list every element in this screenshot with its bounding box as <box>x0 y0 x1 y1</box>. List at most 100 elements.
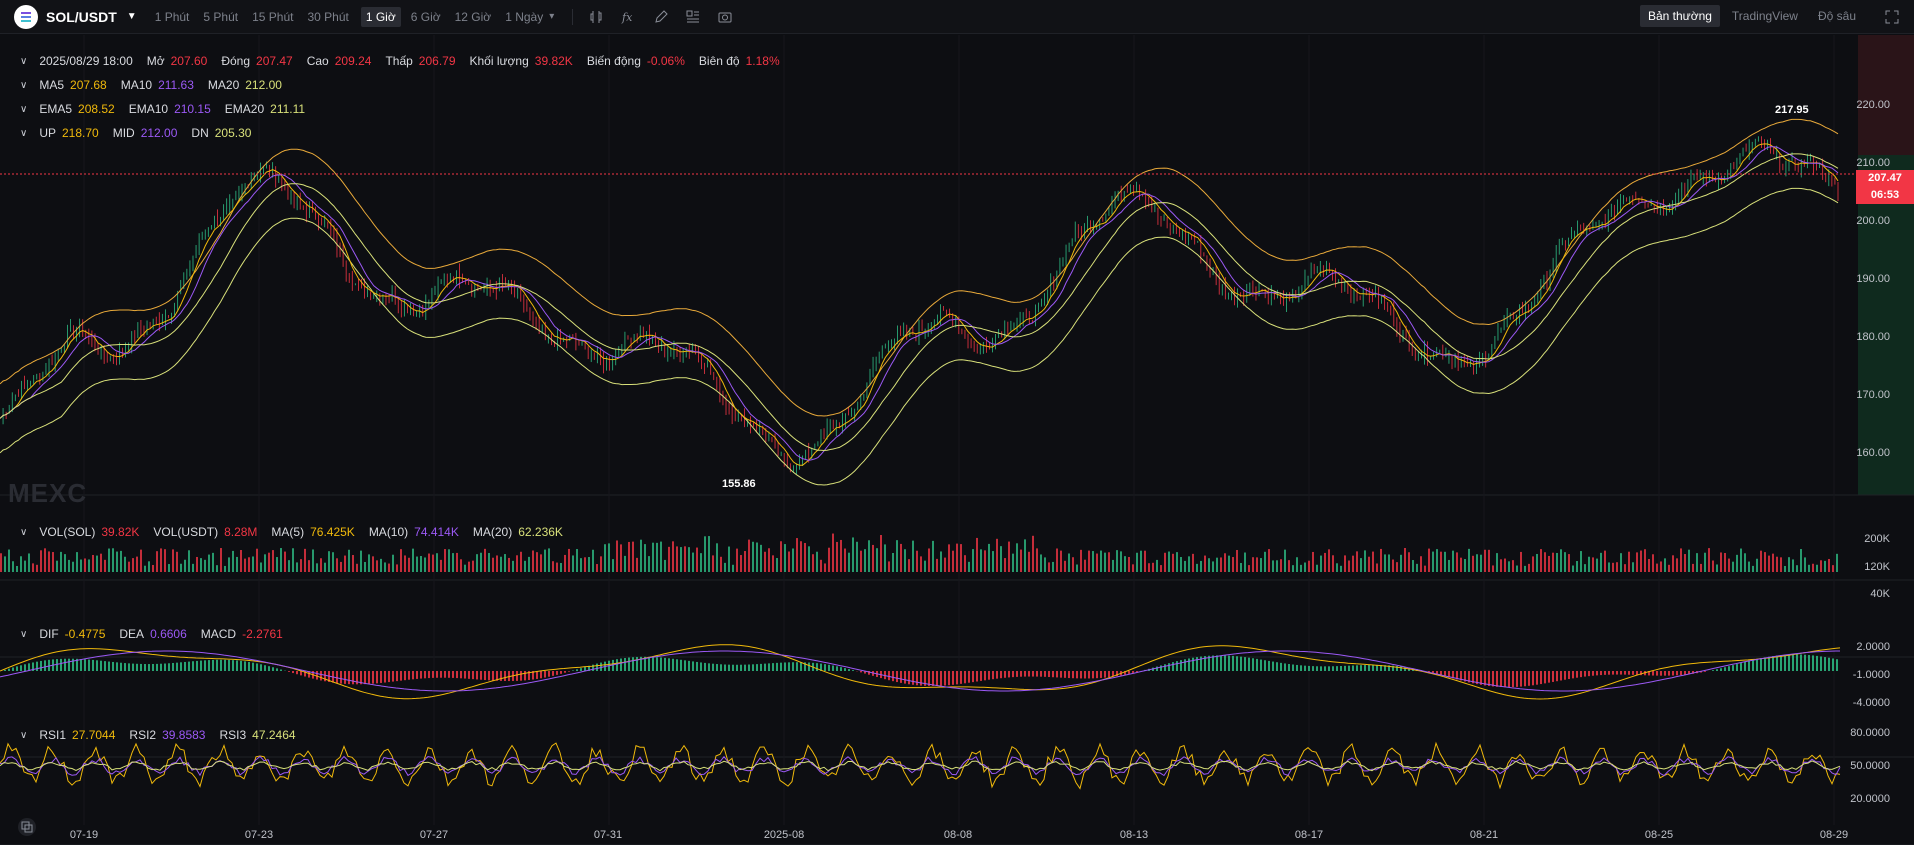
amplitude-value: 1.18% <box>745 54 780 68</box>
collapse-chevron-icon[interactable]: ∨ <box>20 56 27 67</box>
volume-bar <box>652 542 654 572</box>
macd-histogram-bar <box>712 663 714 671</box>
tf-1d[interactable]: 1 Ngày <box>505 10 543 24</box>
macd-histogram-bar <box>288 671 290 672</box>
ma-legend: ∨ MA5 207.68 MA10 211.63 MA20 212.00 <box>20 78 282 92</box>
volume-bar <box>1620 553 1622 572</box>
dea-value: 0.6606 <box>150 627 187 641</box>
volume-bar <box>1472 555 1474 572</box>
macd-histogram-bar <box>1516 671 1518 687</box>
macd-histogram-bar <box>1356 665 1358 671</box>
draw-pencil-icon[interactable] <box>653 9 669 25</box>
macd-histogram-bar <box>216 659 218 671</box>
macd-histogram-bar <box>1036 671 1038 677</box>
tf-30m[interactable]: 30 Phút <box>307 10 348 24</box>
tf-1m[interactable]: 1 Phút <box>155 10 190 24</box>
time-axis-label: 2025-08 <box>763 829 805 841</box>
volume-bar <box>712 555 714 572</box>
volume-bar <box>252 556 254 572</box>
volume-bar <box>1608 562 1610 572</box>
volume-bar <box>108 548 110 572</box>
macd-histogram-bar <box>1076 671 1078 679</box>
volume-bar <box>1780 557 1782 572</box>
volume-bar <box>1684 554 1686 572</box>
volume-bar <box>1680 548 1682 572</box>
volume-bar <box>52 552 54 572</box>
volume-bar <box>1760 550 1762 572</box>
volume-bar <box>524 560 526 572</box>
collapse-chevron-icon[interactable]: ∨ <box>20 104 27 115</box>
macd-histogram-bar <box>728 664 730 671</box>
rsi1-label: RSI1 <box>39 728 67 742</box>
price-axis-label: 190.00 <box>1856 273 1890 285</box>
tf-12h[interactable]: 12 Giờ <box>455 10 492 24</box>
volume-bar <box>544 549 546 572</box>
chart-type-icon[interactable] <box>589 9 605 25</box>
volume-bar <box>1720 552 1722 572</box>
macd-histogram-bar <box>40 660 42 671</box>
macd-histogram-bar <box>1668 671 1670 676</box>
volume-bar <box>160 548 162 572</box>
volume-bar <box>1136 552 1138 572</box>
volume-bar <box>620 544 622 572</box>
macd-histogram-bar <box>732 664 734 671</box>
volume-bar <box>1572 565 1574 572</box>
tf-15m[interactable]: 15 Phút <box>252 10 293 24</box>
volume-bar <box>660 541 662 572</box>
volume-bar <box>672 541 674 572</box>
volume-bar <box>1264 551 1266 572</box>
volume-bar <box>1580 551 1582 572</box>
macd-histogram-bar <box>552 671 554 676</box>
macd-histogram-bar <box>112 661 114 671</box>
price-axis-label: 200.00 <box>1856 215 1890 227</box>
collapse-chevron-icon[interactable]: ∨ <box>20 730 27 741</box>
volume-bar <box>1644 549 1646 572</box>
macd-histogram-bar <box>980 671 982 681</box>
tf-more-icon[interactable]: ▾ <box>549 11 554 22</box>
indicator-icon[interactable]: fx <box>621 9 637 25</box>
macd-histogram-bar <box>1348 665 1350 671</box>
volume-bar <box>1124 556 1126 572</box>
volume-bar <box>1304 562 1306 572</box>
macd-histogram-bar <box>484 671 486 681</box>
volume-bar <box>372 556 374 572</box>
vol-sol-value: 39.82K <box>101 525 140 539</box>
macd-histogram-bar <box>1520 671 1522 687</box>
screenshot-icon[interactable] <box>717 9 733 25</box>
chart-area[interactable]: ∨ 2025/08/29 18:00 Mở 207.60 Đóng 207.47 C… <box>0 35 1914 845</box>
collapse-chevron-icon[interactable]: ∨ <box>20 80 27 91</box>
layout-icon[interactable] <box>685 9 701 25</box>
tf-5m[interactable]: 5 Phút <box>203 10 238 24</box>
tf-1h[interactable]: 1 Giờ <box>360 6 401 27</box>
macd-histogram-bar <box>992 671 994 680</box>
macd-histogram-bar <box>336 671 338 684</box>
fullscreen-icon[interactable] <box>1884 9 1900 25</box>
volume-bar <box>1832 565 1834 572</box>
macd-histogram-bar <box>1624 671 1626 675</box>
collapse-chevron-icon[interactable]: ∨ <box>20 629 27 640</box>
view-tradingview[interactable]: TradingView <box>1724 5 1806 27</box>
vol-ma20-label: MA(20) <box>472 525 513 539</box>
pair-dropdown-icon[interactable]: ▼ <box>127 11 137 22</box>
collapse-chevron-icon[interactable]: ∨ <box>20 527 27 538</box>
volume-bar <box>1384 554 1386 572</box>
volume-bar <box>1740 548 1742 572</box>
view-depth[interactable]: Độ sâu <box>1810 5 1864 27</box>
volume-bar <box>748 539 750 572</box>
volume-bar <box>1520 551 1522 572</box>
volume-bar <box>1284 549 1286 572</box>
tf-6h[interactable]: 6 Giờ <box>411 10 441 24</box>
collapse-chevron-icon[interactable]: ∨ <box>20 128 27 139</box>
volume-bar <box>960 544 962 572</box>
price-chart-canvas[interactable] <box>0 35 1914 845</box>
macd-histogram-bar <box>1556 671 1558 682</box>
volume-bar <box>392 554 394 572</box>
volume-bar <box>288 560 290 572</box>
volume-bar <box>1428 548 1430 572</box>
macd-histogram-bar <box>896 671 898 683</box>
view-normal[interactable]: Bản thường <box>1639 5 1720 27</box>
macd-histogram-bar <box>148 664 150 671</box>
pair-title[interactable]: SOL/USDT <box>46 9 117 25</box>
macd-histogram-bar <box>276 668 278 671</box>
layers-icon[interactable] <box>18 818 36 836</box>
